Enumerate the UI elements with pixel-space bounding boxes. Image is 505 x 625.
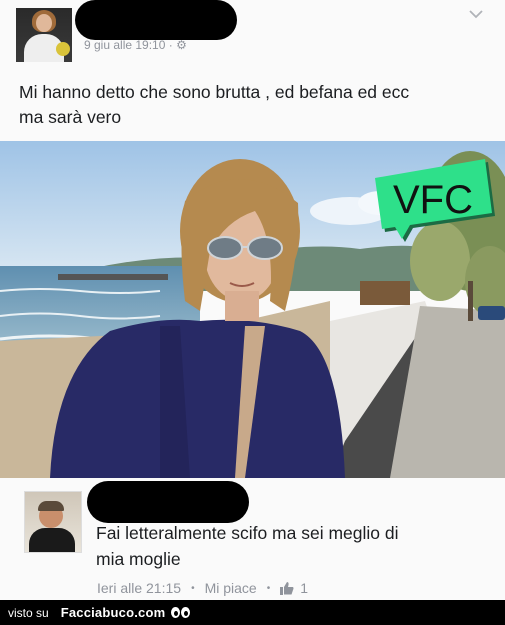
comment-time[interactable]: Ieri alle 21:15 <box>97 580 181 596</box>
post-timestamp[interactable]: 9 giu alle 19:10 · ⚙ <box>84 38 187 52</box>
post-text-line: ma sarà vero <box>19 107 122 127</box>
separator-dot: • <box>191 582 195 594</box>
facebook-post-card: 9 giu alle 19:10 · ⚙ Mi hanno detto che … <box>0 0 505 600</box>
source-footer: visto su Facciabuco.com <box>0 600 505 625</box>
post-text-line: Mi hanno detto che sono brutta , ed befa… <box>19 82 410 102</box>
chevron-down-icon[interactable] <box>468 7 484 21</box>
building <box>360 281 410 305</box>
comment-text-line: mia moglie <box>96 549 181 569</box>
visto-su-label: visto su <box>8 605 49 620</box>
comment-text: Fai letteralmente scifo ma sei meglio di… <box>96 520 496 572</box>
commenter-avatar[interactable] <box>24 491 82 553</box>
like-button[interactable]: Mi piace <box>205 580 257 596</box>
poster-avatar[interactable] <box>16 8 72 62</box>
facciabuco-logo[interactable]: Facciabuco.com <box>61 605 166 620</box>
post-photo[interactable]: VFC <box>0 141 505 478</box>
vfc-watermark-text: VFC <box>393 178 473 222</box>
redacted-poster-name <box>75 0 237 40</box>
thumbs-up-icon <box>280 581 294 595</box>
comment-meta: Ieri alle 21:15 • Mi piace • 1 <box>97 580 308 596</box>
separator-dot: • <box>266 582 271 594</box>
post-text: Mi hanno detto che sono brutta , ed befa… <box>19 80 479 130</box>
parked-car <box>478 306 505 320</box>
comment-text-line: Fai letteralmente scifo ma sei meglio di <box>96 523 399 543</box>
redacted-commenter-name <box>87 481 249 523</box>
pier <box>58 274 168 280</box>
eyes-icon <box>171 607 191 618</box>
like-count[interactable]: 1 <box>300 580 308 596</box>
